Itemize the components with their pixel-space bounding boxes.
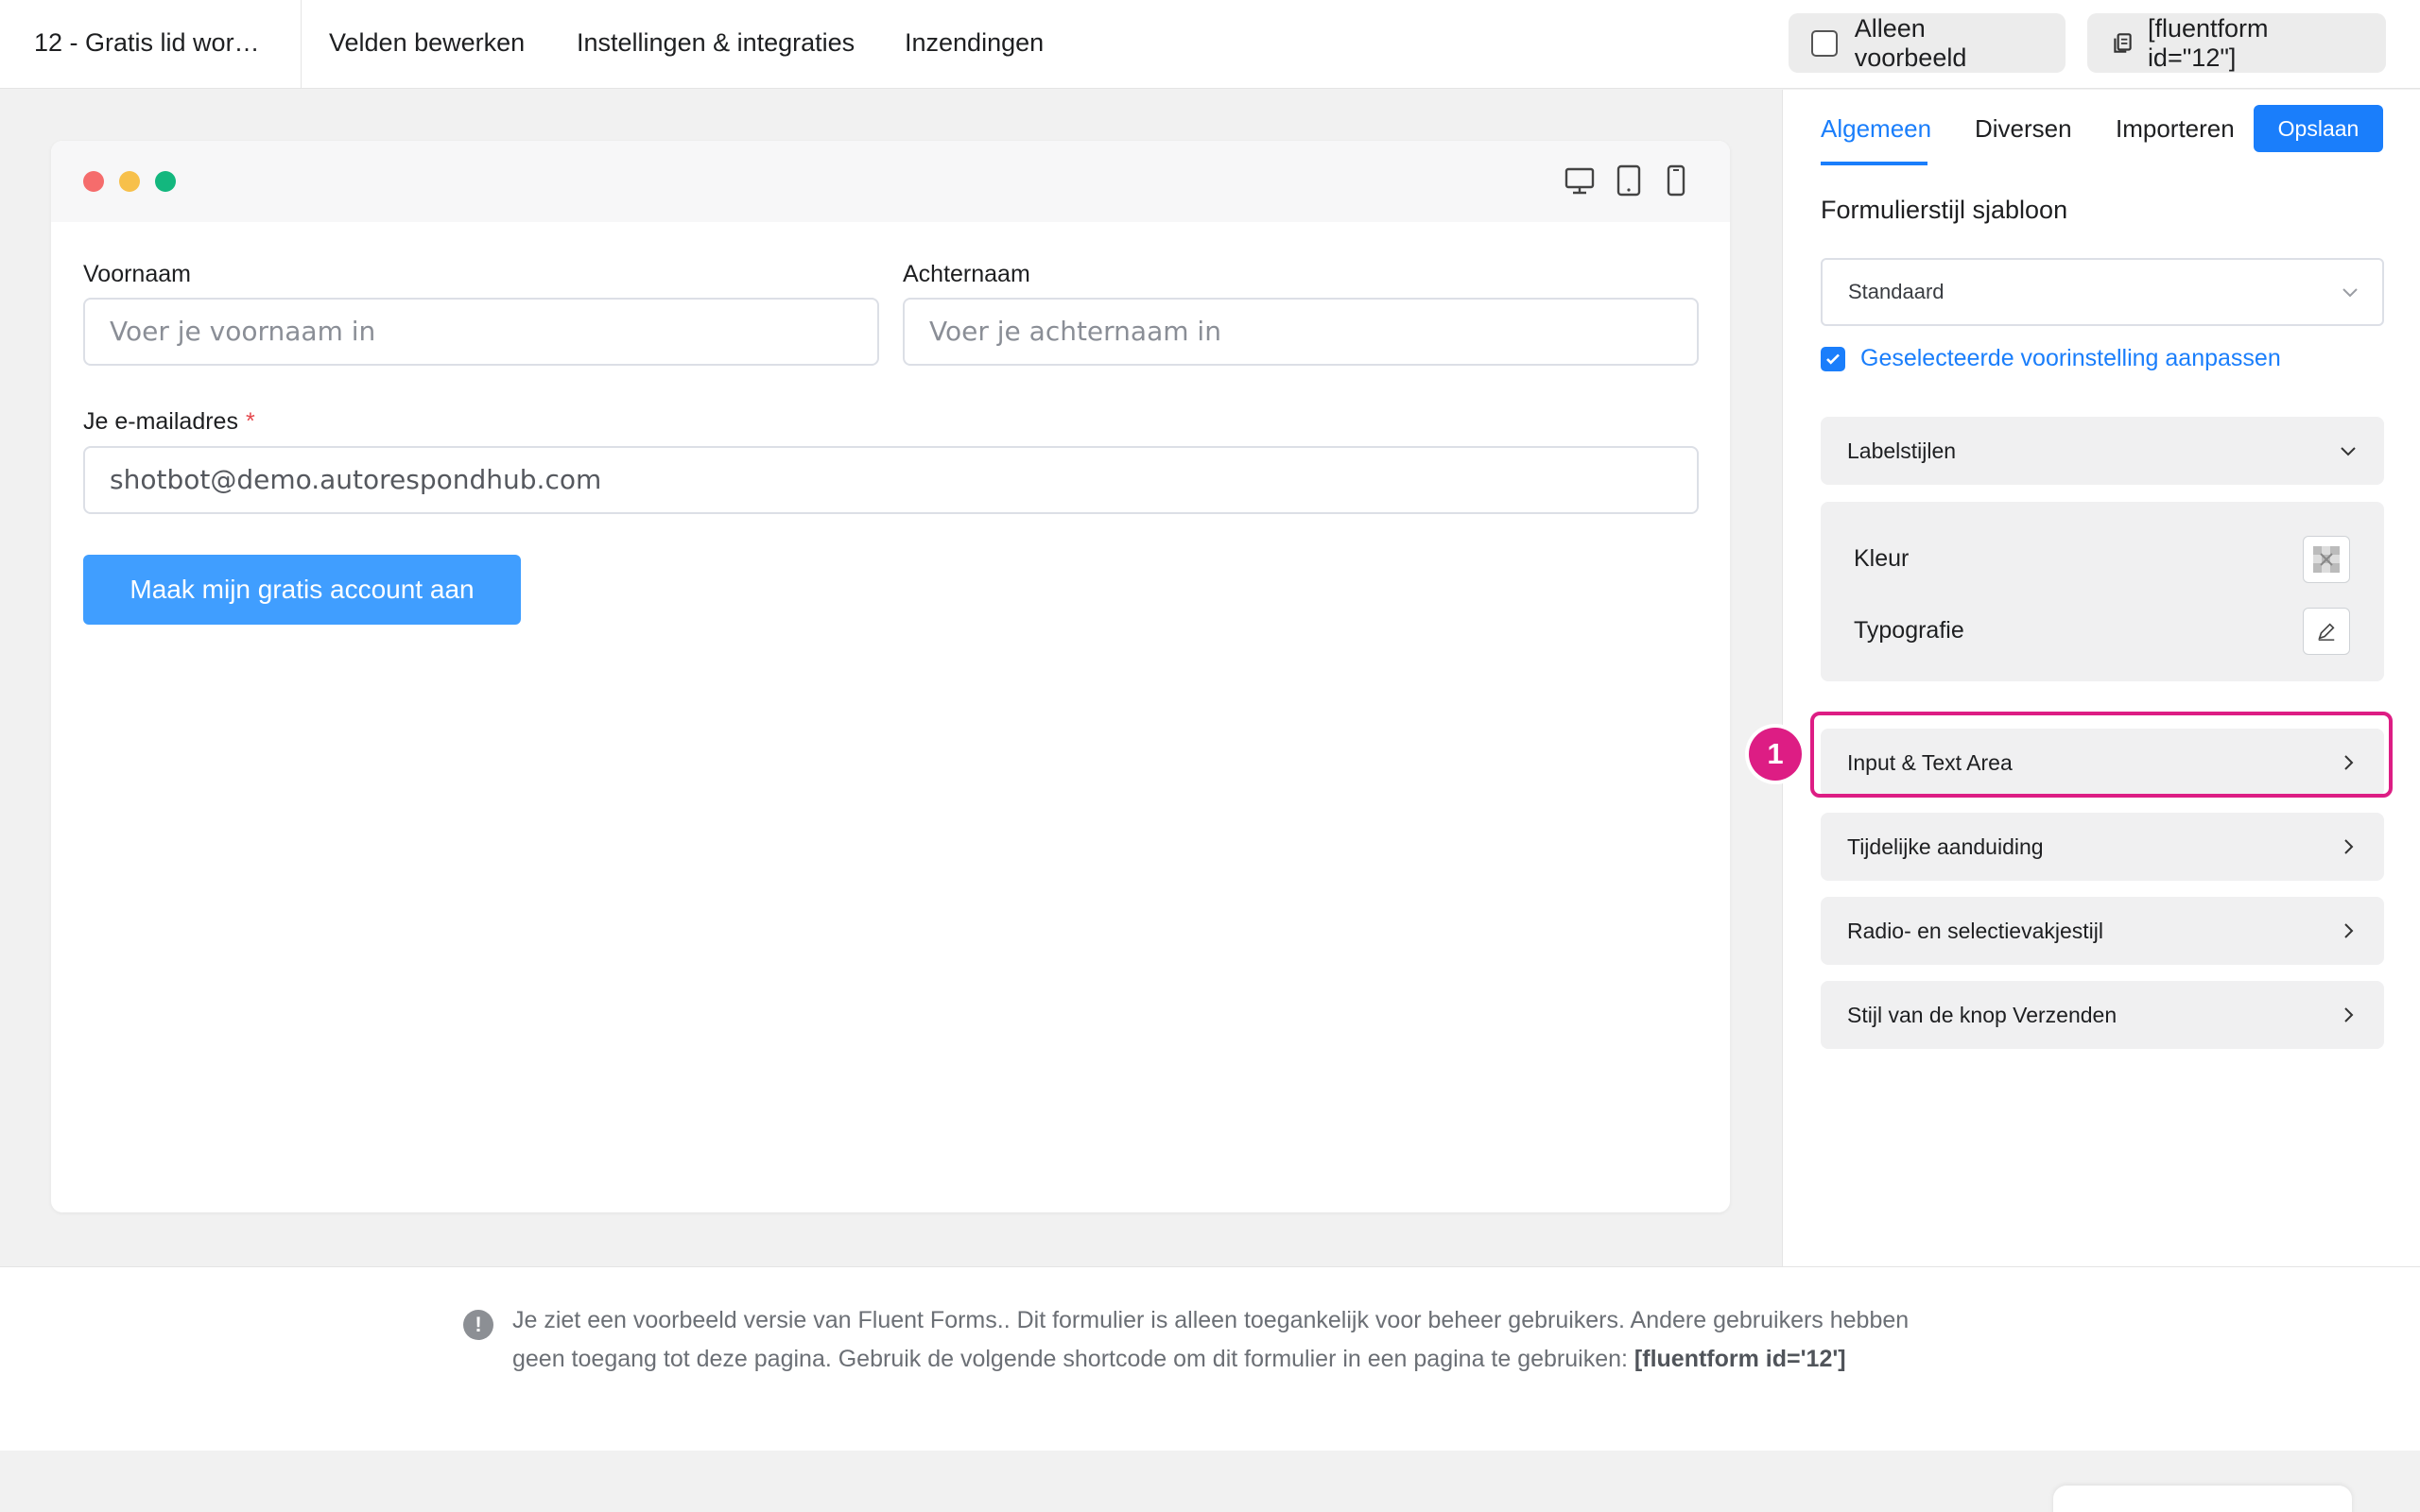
customize-preset-label: Geselecteerde voorinstelling aanpassen: [1860, 345, 2281, 371]
tab-misc[interactable]: Diversen: [1975, 90, 2072, 167]
shortcode-copy-button[interactable]: [fluentform id="12"]: [2087, 13, 2386, 73]
first-name-label: Voornaam: [83, 261, 191, 287]
notice-shortcode: [fluentform id='12']: [1634, 1346, 1846, 1372]
last-name-label: Achternaam: [903, 261, 1030, 287]
radio-checkbox-title: Radio- en selectievakjestijl: [1847, 919, 2104, 943]
tab-general[interactable]: Algemeen: [1821, 90, 1931, 167]
label-styles-accordion[interactable]: Labelstijlen: [1821, 417, 2384, 485]
checkmark-icon: [1821, 346, 1845, 371]
copy-icon: [2114, 32, 2132, 53]
chevron-right-icon: [2344, 923, 2354, 938]
email-label: Je e-mailadres *: [83, 408, 255, 436]
preview-window-header: [51, 141, 1730, 222]
checkbox-icon: [1811, 29, 1838, 57]
color-picker-button[interactable]: [2303, 536, 2350, 583]
highlight-box: [1810, 712, 2393, 798]
chevron-down-icon: [2341, 447, 2356, 456]
nav-entries[interactable]: Inzendingen: [905, 0, 1044, 89]
submit-button-style-title: Stijl van de knop Verzenden: [1847, 1003, 2118, 1027]
step-marker: 1: [1749, 728, 1802, 781]
preview-notice: ! Je ziet een voorbeeld versie van Fluen…: [0, 1266, 2420, 1451]
typography-label: Typografie: [1854, 617, 1964, 644]
tab-import[interactable]: Importeren: [2116, 90, 2235, 167]
email-input[interactable]: shotbot@demo.autorespondhub.com: [83, 446, 1699, 514]
label-styles-title: Labelstijlen: [1847, 438, 1957, 463]
typography-edit-button[interactable]: [2303, 608, 2350, 655]
info-icon: !: [463, 1310, 493, 1340]
pencil-icon: [2318, 623, 2335, 641]
save-button[interactable]: Opslaan: [2254, 105, 2383, 152]
preview-only-label: Alleen voorbeeld: [1854, 13, 1967, 72]
notice-text: Je ziet een voorbeeld versie van Fluent …: [512, 1301, 1921, 1379]
form-preview-card: Voornaam Voer je voornaam in Achternaam …: [51, 141, 1730, 1212]
transparent-color-icon: [2313, 546, 2340, 573]
chevron-down-icon: [2342, 288, 2358, 298]
template-select[interactable]: Standaard: [1821, 258, 2384, 326]
color-label: Kleur: [1854, 545, 1910, 572]
desktop-view-icon[interactable]: [1564, 163, 1596, 198]
form-title: 12 - Gratis lid wor…: [0, 0, 302, 89]
shortcode-label: [fluentform id="12"]: [2147, 13, 2269, 72]
email-label-text: Je e-mailadres: [83, 408, 238, 435]
window-dot-red: [83, 171, 104, 192]
template-title: Formulierstijl sjabloon: [1821, 196, 2068, 224]
chevron-right-icon: [2344, 839, 2354, 854]
mobile-view-icon[interactable]: [1660, 163, 1692, 198]
active-tab-indicator: [1821, 162, 1927, 165]
form-preview-area: Voornaam Voer je voornaam in Achternaam …: [0, 90, 1781, 1266]
customize-preset-checkbox[interactable]: Geselecteerde voorinstelling aanpassen: [1821, 345, 2281, 372]
nav-settings-integrations[interactable]: Instellingen & integraties: [577, 0, 855, 89]
footer-card: [2053, 1486, 2352, 1512]
required-mark: *: [245, 408, 255, 435]
window-dot-yellow: [119, 171, 140, 192]
submit-button-style-section[interactable]: Stijl van de knop Verzenden: [1821, 981, 2384, 1049]
create-account-button[interactable]: Maak mijn gratis account aan: [83, 555, 521, 625]
top-bar: 12 - Gratis lid wor… Velden bewerken Ins…: [0, 0, 2420, 89]
label-styles-body: Kleur Typografie: [1821, 502, 2384, 681]
tablet-view-icon[interactable]: [1613, 163, 1645, 198]
first-name-input[interactable]: Voer je voornaam in: [83, 298, 879, 366]
last-name-input[interactable]: Voer je achternaam in: [903, 298, 1699, 366]
placeholder-section[interactable]: Tijdelijke aanduiding: [1821, 813, 2384, 881]
nav-edit-fields[interactable]: Velden bewerken: [329, 0, 525, 89]
template-select-value: Standaard: [1848, 280, 1945, 303]
placeholder-title: Tijdelijke aanduiding: [1847, 834, 2044, 859]
chevron-right-icon: [2344, 1007, 2354, 1022]
window-dot-green: [155, 171, 176, 192]
preview-only-toggle[interactable]: Alleen voorbeeld: [1789, 13, 2066, 73]
radio-checkbox-section[interactable]: Radio- en selectievakjestijl: [1821, 897, 2384, 965]
style-settings-panel: Algemeen Diversen Importeren Opslaan For…: [1782, 90, 2420, 1266]
